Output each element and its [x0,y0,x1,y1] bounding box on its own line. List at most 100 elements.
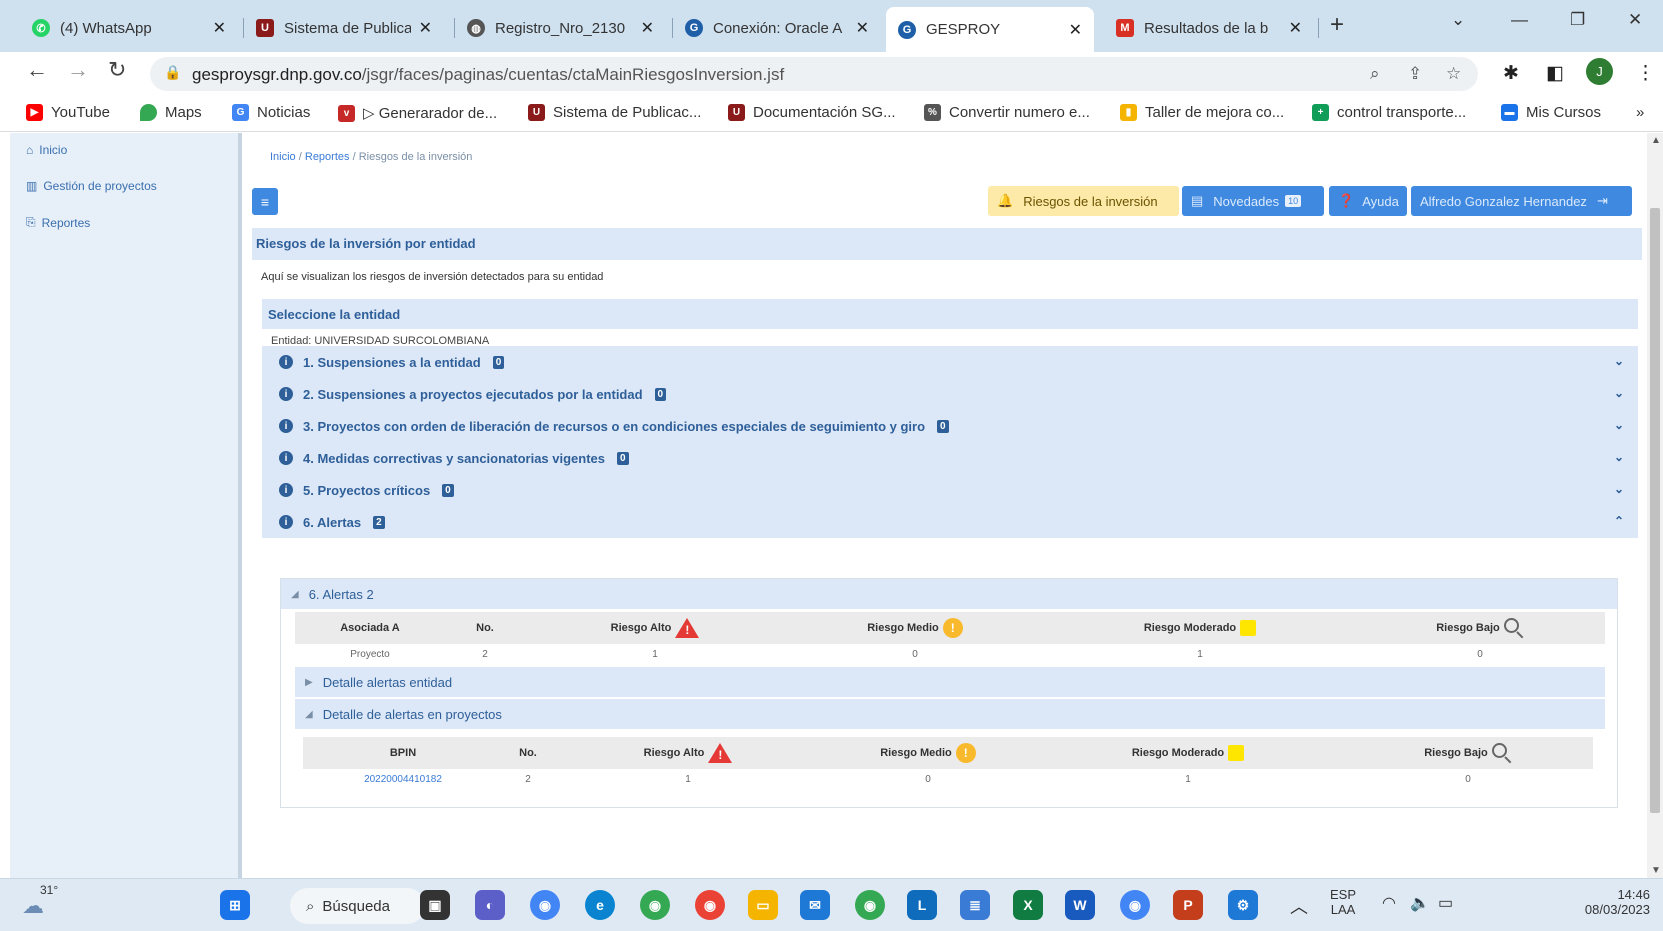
zoom-icon[interactable]: ⌕ [1370,64,1380,84]
info-icon: i [279,419,293,433]
accordion-orden-liberacion[interactable]: i 3. Proyectos con orden de liberación d… [262,410,1638,442]
chrome-icon[interactable]: ◉ [530,890,560,920]
bell-icon: 🔔 [997,193,1014,208]
address-bar[interactable]: 🔒 gesproysgr.dnp.gov.co/jsgr/faces/pagin… [150,57,1478,91]
extensions-icon[interactable]: ✱ [1503,62,1519,85]
accordion-suspensiones-proyectos[interactable]: i 2. Suspensiones a proyectos ejecutados… [262,378,1638,410]
mail-icon[interactable]: ✉ [800,890,830,920]
sidebar: ⌂ Inicio ▥ Gestión de proyectos ⎘ Reportes [10,133,242,878]
edge-icon[interactable]: e [585,890,615,920]
window-close-icon[interactable]: ✕ [1628,10,1642,30]
chevron-down-icon[interactable]: ⌄ [1451,10,1465,30]
bookmark-sistema-publicacion[interactable]: U Sistema de Publicac... [528,104,701,121]
detalle-proyectos-toggle[interactable]: ◢ Detalle de alertas en proyectos [295,699,1605,729]
breadcrumb-home[interactable]: Inicio [270,151,296,163]
new-tab-button[interactable]: + [1330,11,1344,39]
sidepanel-icon[interactable]: ◧ [1546,62,1564,85]
settings-icon[interactable]: ⚙ [1228,890,1258,920]
sidebar-item-inicio[interactable]: ⌂ Inicio [26,143,67,157]
bookmark-documentacion[interactable]: U Documentación SG... [728,104,896,121]
reload-icon[interactable]: ↻ [108,57,126,83]
novedades-badge: 10 [1285,195,1302,207]
language-indicator[interactable]: ESP LAA [1330,887,1356,917]
more-bookmarks-icon[interactable]: » [1636,104,1644,121]
riesgos-button[interactable]: 🔔 Riesgos de la inversión [988,186,1179,216]
bookmark-convertir[interactable]: % Convertir numero e... [924,104,1090,121]
user-logout-button[interactable]: Alfredo Gonzalez Hernandez ⇥ [1411,186,1632,216]
close-icon[interactable]: ✕ [1069,20,1082,40]
volume-icon[interactable]: 🔈 [1410,893,1430,913]
bookmark-youtube[interactable]: ▶ YouTube [26,104,110,121]
tab-conexion-oracle[interactable]: G Conexión: Oracle A ✕ [673,9,881,47]
bpin-link[interactable]: 20220004410182 [303,769,503,789]
alertas-panel-header[interactable]: ◢ 6. Alertas 2 [281,579,1617,609]
excel-icon[interactable]: X [1013,890,1043,920]
forward-arrow-icon[interactable]: → [67,57,89,83]
accordion-suspensiones-entidad[interactable]: i 1. Suspensiones a la entidad 0 ⌄ [262,346,1638,378]
accordion-proyectos-criticos[interactable]: i 5. Proyectos críticos 0 ⌄ [262,474,1638,506]
taskbar-search[interactable]: ⌕ Búsqueda [290,888,425,924]
doc-icon: U [728,104,745,121]
back-arrow-icon[interactable]: ← [26,57,48,83]
scroll-up-icon[interactable]: ▲ [1651,135,1661,146]
bookmark-mis-cursos[interactable]: ▬ Mis Cursos [1501,104,1601,121]
task-view-icon[interactable]: ▣ [420,890,450,920]
restore-icon[interactable]: ❐ [1570,10,1585,30]
close-icon[interactable]: ✕ [641,18,654,38]
windows-taskbar: 31° ☁ ⊞ ⌕ Búsqueda ▣ ◐ ◉ e ◉ ◉ ▭ ✉ ◉ L ≣… [0,878,1663,931]
tab-whatsapp[interactable]: ✆ (4) WhatsApp ✕ [20,9,238,47]
close-icon[interactable]: ✕ [856,18,869,38]
close-icon[interactable]: ✕ [419,18,432,38]
page-scrollbar[interactable]: ▲ ▼ [1647,133,1663,878]
ayuda-button[interactable]: ❓ Ayuda [1329,186,1407,216]
close-icon[interactable]: ✕ [1289,18,1302,38]
col-bpin: BPIN [389,747,417,759]
scrollbar-thumb[interactable] [1650,208,1660,813]
maps-pin-icon [140,104,157,121]
accordion-medidas-correctivas[interactable]: i 4. Medidas correctivas y sancionatoria… [262,442,1638,474]
home-icon: ⌂ [26,143,34,157]
collapse-triangle-icon: ◢ [305,708,313,720]
teams-chat-icon[interactable]: ◐ [475,890,505,920]
notepad-icon[interactable]: ≣ [960,890,990,920]
scroll-down-icon[interactable]: ▼ [1651,865,1661,876]
sidebar-item-gestion[interactable]: ▥ Gestión de proyectos [26,179,157,193]
tab-gesproy[interactable]: G GESPROY ✕ [886,7,1094,52]
chrome-profile-icon[interactable]: ◉ [640,890,670,920]
windows-start-icon[interactable]: ⊞ [220,890,250,920]
weather-widget[interactable]: 31° ☁ [22,883,58,919]
tab-sistema-publicacion[interactable]: U Sistema de Publica ✕ [244,9,444,47]
menu-toggle-button[interactable]: ≡ [252,188,278,215]
bookmark-control-transporte[interactable]: + control transporte... [1312,104,1466,121]
tab-gmail-resultados[interactable]: M Resultados de la b ✕ [1104,9,1314,47]
bookmark-generador[interactable]: v ▷ Generarador de... [338,104,497,122]
share-icon[interactable]: ⇪ [1408,64,1422,84]
accordion-alertas[interactable]: i 6. Alertas 2 ⌃ [262,506,1638,538]
file-explorer-icon[interactable]: ▭ [748,890,778,920]
breadcrumb-reportes[interactable]: Reportes [305,151,350,163]
avatar[interactable]: J [1586,58,1613,85]
wifi-icon[interactable]: ◠ [1382,893,1396,913]
bookmark-noticias[interactable]: G Noticias [232,104,310,121]
kebab-menu-icon[interactable]: ⋮ [1636,62,1655,85]
minimize-icon[interactable]: — [1511,10,1528,30]
bookmark-taller[interactable]: ▮ Taller de mejora co... [1120,104,1284,121]
chrome-profile-icon[interactable]: ◉ [1120,890,1150,920]
novedades-button[interactable]: ▤ Novedades 10 [1182,186,1324,216]
star-icon[interactable]: ☆ [1446,64,1461,84]
powerpoint-icon[interactable]: P [1173,890,1203,920]
battery-icon[interactable]: ▭ [1438,893,1453,913]
close-icon[interactable]: ✕ [213,18,226,38]
detalle-entidad-toggle[interactable]: ▶ Detalle alertas entidad [295,667,1605,697]
sidebar-item-reportes[interactable]: ⎘ Reportes [26,215,90,230]
tray-overflow-icon[interactable]: ︿ [1290,893,1308,919]
report-icon: ⎘ [26,215,36,229]
bookmark-maps[interactable]: Maps [140,104,202,121]
app-l-icon[interactable]: L [907,890,937,920]
tab-registro[interactable]: ◍ Registro_Nro_2130 ✕ [455,9,666,47]
clock[interactable]: 14:46 08/03/2023 [1560,887,1650,917]
chrome-profile-icon[interactable]: ◉ [695,890,725,920]
tab-title: (4) WhatsApp [60,19,152,37]
word-icon[interactable]: W [1065,890,1095,920]
chrome-profile-icon[interactable]: ◉ [855,890,885,920]
